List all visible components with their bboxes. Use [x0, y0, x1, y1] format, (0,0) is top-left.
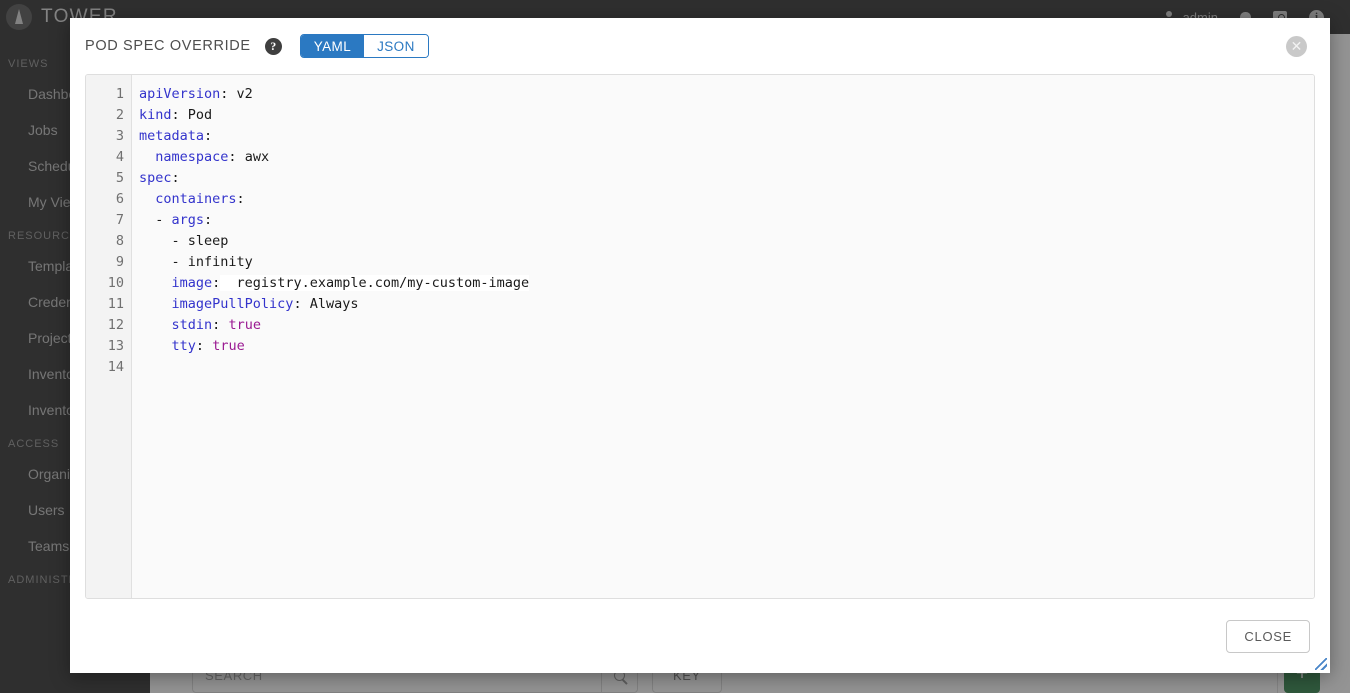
code-token: : — [204, 212, 213, 228]
line-number: 2 — [115, 107, 124, 123]
code-line[interactable]: - args: — [139, 210, 1314, 231]
code-line[interactable]: namespace: awx — [139, 147, 1314, 168]
code-token: - — [139, 212, 172, 228]
editor-gutter: 1 2 3 4 5 6 7 8 9 10 11 12 13 14 — [86, 75, 132, 598]
format-toggle-group: YAML JSON — [299, 34, 429, 58]
code-token: metadata — [139, 128, 205, 144]
code-token: : — [228, 149, 237, 165]
code-line[interactable]: metadata: — [139, 126, 1314, 147]
editor-code[interactable]: apiVersion: v2 kind: Pod metadata: namespa… — [132, 75, 1314, 598]
screen: TOWER admin i VIEWS Dashboard Jobs Sched… — [0, 0, 1350, 693]
line-number: 10 — [107, 275, 124, 291]
code-token: apiVersion — [139, 86, 221, 102]
code-token: : — [171, 107, 180, 123]
modal-title: POD SPEC OVERRIDE — [85, 38, 251, 54]
code-token: : — [195, 338, 205, 354]
modal-footer: CLOSE — [70, 599, 1330, 673]
code-token: awx — [236, 149, 270, 165]
line-number: 13 — [107, 338, 124, 354]
code-token: : — [171, 170, 180, 186]
code-token: : — [236, 191, 245, 207]
code-token: - sleep — [139, 233, 229, 249]
line-number: 11 — [107, 296, 124, 312]
code-token: : — [204, 128, 213, 144]
code-line[interactable]: spec: — [139, 168, 1314, 189]
line-number: 14 — [107, 359, 124, 375]
close-icon[interactable]: ✕ — [1286, 36, 1307, 57]
code-line[interactable]: imagePullPolicy: Always — [139, 294, 1314, 315]
code-line[interactable]: - sleep — [139, 231, 1314, 252]
code-token: namespace — [155, 149, 229, 165]
line-number: 9 — [115, 254, 124, 270]
toggle-json[interactable]: JSON — [364, 35, 428, 57]
code-token: registry.example.com/my-custom-image — [220, 275, 530, 291]
toggle-yaml[interactable]: YAML — [300, 35, 365, 57]
line-number: 12 — [107, 317, 124, 333]
pod-spec-override-modal: POD SPEC OVERRIDE ? YAML JSON ✕ 12345678… — [70, 18, 1330, 673]
line-number: 1 — [115, 86, 124, 102]
code-token: imagePullPolicy — [171, 296, 294, 312]
line-number: 7 — [115, 212, 124, 228]
resize-grip-icon[interactable] — [1315, 658, 1327, 670]
code-token: true — [212, 338, 245, 354]
code-line[interactable]: - infinity — [139, 252, 1314, 273]
code-token: : — [293, 296, 302, 312]
line-number: 8 — [115, 233, 124, 249]
modal-header: POD SPEC OVERRIDE ? YAML JSON ✕ — [70, 18, 1330, 74]
code-token: Pod — [179, 107, 213, 123]
code-token: args — [171, 212, 205, 228]
line-number: 6 — [115, 191, 124, 207]
code-line[interactable] — [139, 357, 1314, 378]
code-line[interactable]: image: registry.example.com/my-custom-im… — [139, 273, 1314, 294]
line-number: 5 — [115, 170, 124, 186]
code-token: spec — [139, 170, 172, 186]
code-line[interactable]: apiVersion: v2 — [139, 84, 1314, 105]
code-line[interactable]: kind: Pod — [139, 105, 1314, 126]
line-number: 4 — [115, 149, 124, 165]
code-token: v2 — [228, 86, 253, 102]
code-editor[interactable]: 1 2 3 4 5 6 7 8 9 10 11 12 13 14 apiVersion: v2 kind: … — [85, 74, 1315, 599]
code-token: tty — [171, 338, 196, 354]
code-token: stdin — [171, 317, 213, 333]
code-line[interactable]: containers: — [139, 189, 1314, 210]
code-token: image — [171, 275, 213, 291]
code-token: containers — [155, 191, 237, 207]
code-line[interactable]: tty: true — [139, 336, 1314, 357]
code-token: - infinity — [139, 254, 253, 270]
line-number: 3 — [115, 128, 124, 144]
code-token: true — [228, 317, 261, 333]
close-button[interactable]: CLOSE — [1226, 619, 1310, 653]
help-icon[interactable]: ? — [264, 37, 282, 55]
code-line[interactable]: stdin: true — [139, 315, 1314, 336]
code-token: Always — [301, 296, 359, 312]
code-token: kind — [139, 107, 172, 123]
